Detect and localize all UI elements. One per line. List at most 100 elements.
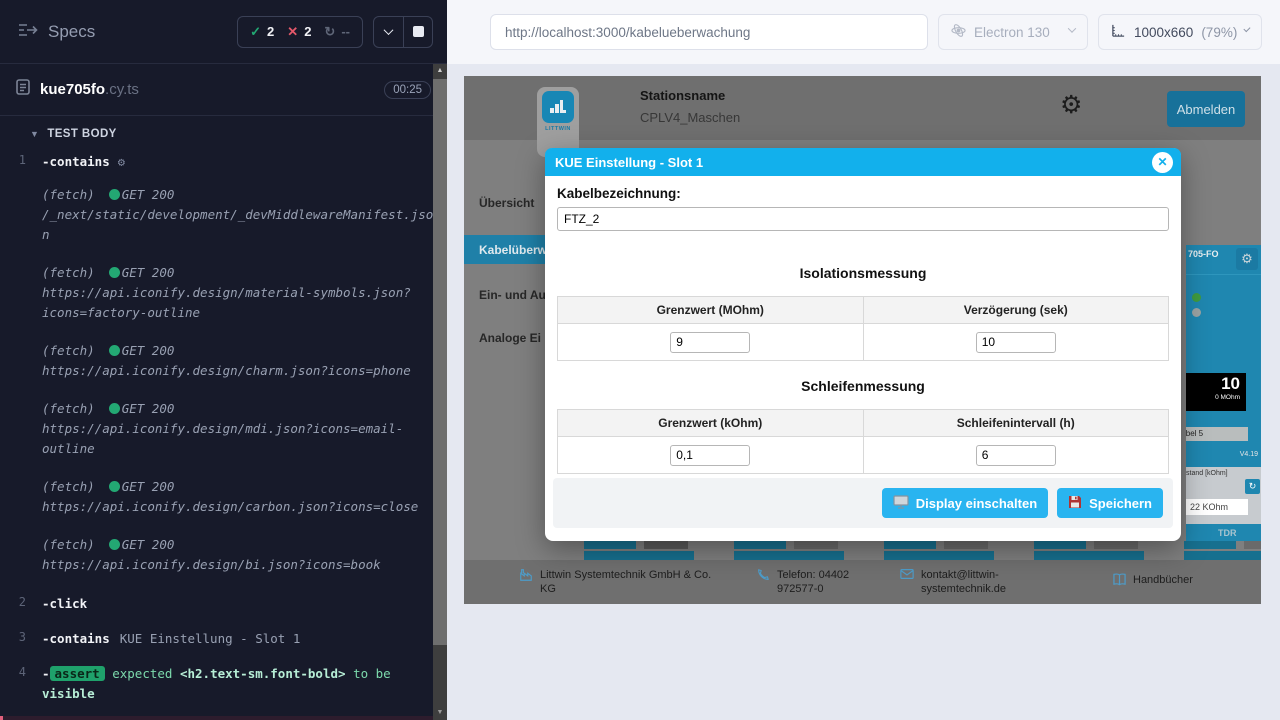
app-under-test: LITTWIN Stationsname CPLV4_Maschen ⚙ Abm…: [464, 76, 1261, 604]
run-controls: [373, 16, 433, 48]
refresh-icon[interactable]: ↻: [1245, 479, 1260, 494]
specs-title: Specs: [48, 22, 95, 42]
collapse-button[interactable]: [374, 17, 403, 47]
tdr-tab[interactable]: TDR: [1218, 528, 1237, 538]
scroll-up-icon[interactable]: ▲: [433, 64, 447, 78]
command-row-failed[interactable]: 5 -contains ✕ 0: [0, 716, 447, 720]
fetch-row[interactable]: (fetch)GET 200 /_next/static/development…: [0, 176, 447, 254]
footer-manuals[interactable]: Handbücher: [1112, 573, 1193, 590]
book-icon: [1112, 573, 1127, 590]
gear-icon: ⚙: [118, 155, 125, 169]
stat-pending: ↻--: [324, 24, 350, 40]
status-dot-icon: [109, 481, 120, 492]
status-dot-icon: [109, 267, 120, 278]
schleifen-section-title: Schleifenmessung: [557, 378, 1169, 394]
status-dot-icon: [109, 539, 120, 550]
slot-card-fragment: [584, 541, 694, 560]
slot-card-title: 705-FO: [1188, 249, 1219, 259]
url-bar[interactable]: [490, 14, 928, 50]
logout-button[interactable]: Abmelden: [1167, 91, 1245, 127]
stop-icon: [413, 26, 424, 37]
fetch-url: https://api.iconify.design/mdi.json?icon…: [42, 419, 437, 459]
loop-panel: stand [kOhm] ↻ 22 KOhm TDR: [1186, 467, 1261, 541]
test-body-label: TEST BODY: [47, 128, 116, 140]
test-body-toggle[interactable]: ▼ TEST BODY: [0, 116, 447, 148]
grenzwert-kohm-input[interactable]: [670, 445, 750, 466]
stat-failed: ✕2: [287, 24, 311, 40]
command-row-contains-1[interactable]: 1 -contains⚙: [0, 148, 447, 176]
viewport-select[interactable]: 1000x660 (79%): [1098, 14, 1262, 50]
refresh-icon: ↻: [324, 24, 335, 40]
scrollbar-thumb[interactable]: [433, 79, 447, 645]
littwin-logo: LITTWIN: [537, 87, 579, 157]
aut-toolbar: Electron 130 1000x660 (79%): [447, 0, 1280, 64]
scroll-down-icon[interactable]: ▼: [433, 706, 447, 720]
assert-badge: assert: [50, 666, 105, 681]
floppy-disk-icon: [1068, 495, 1082, 512]
station-label: Stationsname: [640, 88, 725, 103]
modal-titlebar: KUE Einstellung - Slot 1 ✕: [545, 148, 1181, 176]
settings-gear-icon[interactable]: ⚙: [1060, 90, 1082, 120]
chevron-down-icon: [1068, 24, 1076, 32]
green-status-dot: [1192, 293, 1201, 302]
stop-button[interactable]: [403, 17, 432, 47]
screen: Specs ✓2 ✕2 ↻-- kue705fo.cy.ts 00:25 ▼ T…: [0, 0, 1280, 720]
reporter-header: Specs ✓2 ✕2 ↻--: [0, 0, 447, 64]
reporter-scrollbar[interactable]: ▲ ▼: [433, 64, 447, 720]
col-grenzwert-mohm: Grenzwert (MOhm): [558, 297, 864, 324]
chevron-down-icon: ▼: [30, 129, 39, 139]
app-header: [464, 76, 1261, 140]
cable-name-label: Kabel 5: [1186, 427, 1248, 441]
spec-duration: 00:25: [384, 81, 431, 99]
footer-email[interactable]: kontakt@littwin-systemtechnik.de: [900, 568, 1045, 597]
browser-select[interactable]: Electron 130: [938, 14, 1088, 50]
version-label: V4.19: [1240, 451, 1258, 458]
specs-toggle[interactable]: Specs: [18, 22, 95, 42]
fetch-row[interactable]: (fetch)GET 200 https://api.iconify.desig…: [0, 332, 447, 390]
save-button[interactable]: Speichern: [1057, 488, 1163, 518]
fetch-url: https://api.iconify.design/material-symb…: [42, 283, 437, 323]
fetch-row[interactable]: (fetch)GET 200 https://api.iconify.desig…: [0, 468, 447, 526]
fetch-row[interactable]: (fetch)GET 200 https://api.iconify.desig…: [0, 254, 447, 332]
fetch-url: /_next/static/development/_devMiddleware…: [42, 205, 437, 245]
slot-card-fragment: [734, 541, 844, 560]
footer-company: Littwin Systemtechnik GmbH & Co. KG: [519, 568, 719, 597]
cable-name-input[interactable]: [557, 207, 1169, 231]
electron-icon: [951, 23, 966, 41]
verzoegerung-input[interactable]: [976, 332, 1056, 353]
modal-footer: Display einschalten Speichern: [553, 478, 1173, 528]
fetch-row[interactable]: (fetch)GET 200 https://api.iconify.desig…: [0, 526, 447, 584]
close-icon[interactable]: ✕: [1152, 152, 1173, 173]
fetch-url: https://api.iconify.design/carbon.json?i…: [42, 497, 437, 517]
schleifenintervall-input[interactable]: [976, 445, 1056, 466]
footer-phone[interactable]: Telefon: 04402 972577-0: [756, 568, 881, 597]
command-row-assert[interactable]: 4 -assert expected <h2.text-sm.font-bold…: [0, 660, 447, 708]
spec-row[interactable]: kue705fo.cy.ts 00:25: [0, 64, 447, 116]
command-row-click[interactable]: 2 -click: [0, 590, 447, 618]
viewport-icon: [1111, 23, 1126, 41]
cable-name-label: Kabelbezeichnung:: [557, 186, 1169, 201]
chevron-down-icon: [384, 25, 394, 35]
isolation-section-title: Isolationsmessung: [557, 265, 1169, 281]
status-dot-icon: [109, 189, 120, 200]
col-verzoegerung: Verzögerung (sek): [863, 297, 1169, 324]
app-footer: Littwin Systemtechnik GmbH & Co. KG Tele…: [464, 560, 1261, 604]
slot-card-fragment: [1184, 541, 1261, 560]
measurement-display: 10 0 MOhm: [1186, 373, 1246, 411]
logo-icon: [542, 91, 574, 123]
fetch-url: https://api.iconify.design/bi.json?icons…: [42, 555, 437, 575]
command-row-contains-3[interactable]: 3 -containsKUE Einstellung - Slot 1: [0, 625, 447, 653]
status-dots: [1192, 293, 1201, 323]
display-on-button[interactable]: Display einschalten: [882, 488, 1048, 518]
x-icon: ✕: [287, 24, 298, 40]
spec-file-icon: [16, 79, 30, 100]
grenzwert-mohm-input[interactable]: [670, 332, 750, 353]
fetch-url: https://api.iconify.design/charm.json?ic…: [42, 361, 437, 381]
cypress-reporter: Specs ✓2 ✕2 ↻-- kue705fo.cy.ts 00:25 ▼ T…: [0, 0, 447, 720]
gear-icon[interactable]: ⚙: [1236, 248, 1258, 270]
factory-icon: [519, 568, 534, 597]
specs-list-icon: [18, 22, 38, 42]
col-grenzwert-kohm: Grenzwert (kOhm): [558, 410, 864, 437]
modal-title: KUE Einstellung - Slot 1: [555, 155, 703, 170]
fetch-row[interactable]: (fetch)GET 200 https://api.iconify.desig…: [0, 390, 447, 468]
